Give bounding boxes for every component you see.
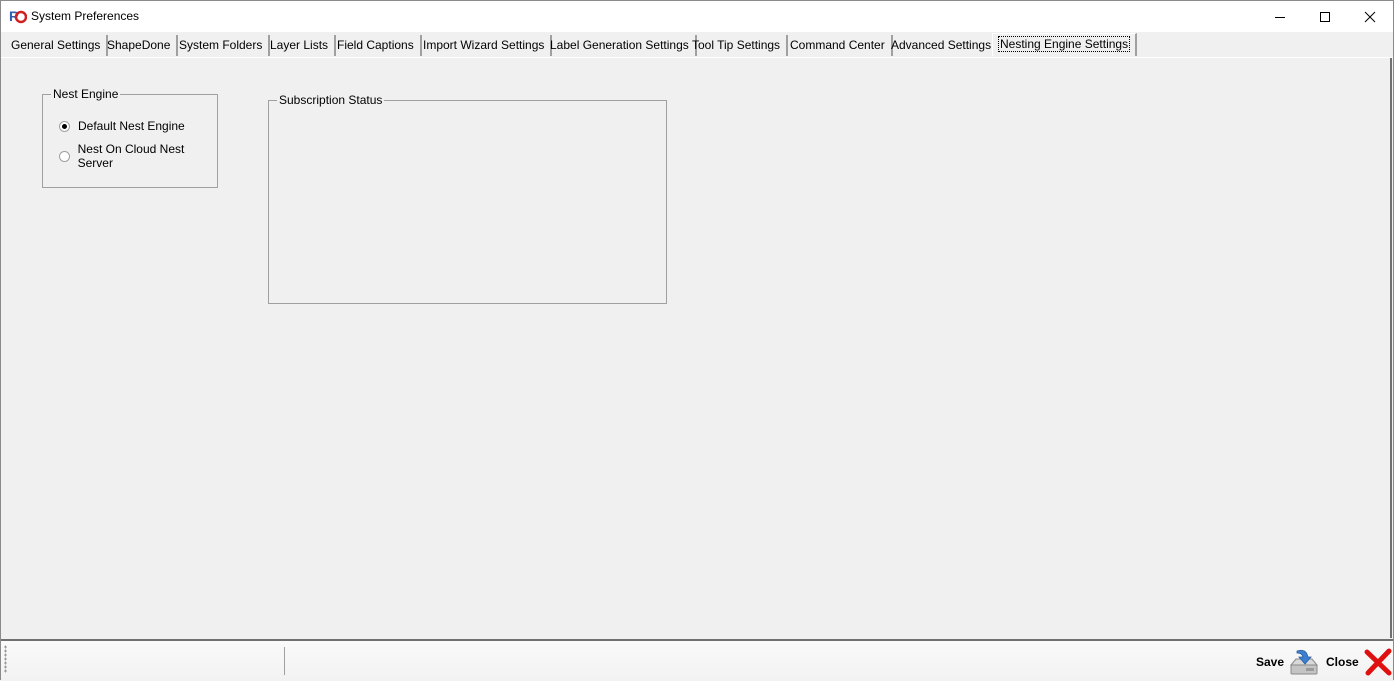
- tab-field-captions[interactable]: Field Captions: [331, 35, 422, 56]
- subscription-status-group: Subscription Status: [268, 94, 667, 304]
- grip-handle-icon: [4, 645, 7, 673]
- tab-tool-tip-settings[interactable]: Tool Tip Settings: [686, 35, 789, 56]
- title-bar: R System Preferences: [1, 1, 1393, 32]
- close-button[interactable]: Close: [1326, 647, 1393, 677]
- status-separator: [284, 647, 285, 675]
- save-drive-icon: [1289, 649, 1319, 675]
- tab-label: Command Center: [790, 38, 885, 52]
- maximize-icon: [1320, 11, 1330, 22]
- maximize-button[interactable]: [1302, 1, 1348, 32]
- tab-label: Label Generation Settings: [550, 38, 689, 52]
- tab-label: Tool Tip Settings: [692, 38, 781, 52]
- radio-label: Nest On Cloud Nest Server: [77, 142, 185, 170]
- tab-shapedone[interactable]: ShapeDone: [101, 35, 179, 56]
- tab-advanced-settings[interactable]: Advanced Settings: [885, 35, 1000, 56]
- radio-checked-icon: [59, 120, 70, 132]
- tab-label: Import Wizard Settings: [423, 38, 545, 52]
- tab-label: Layer Lists: [270, 38, 329, 52]
- tab-label: ShapeDone: [107, 38, 171, 52]
- close-icon: [1364, 11, 1376, 22]
- tab-command-center[interactable]: Command Center: [784, 35, 893, 56]
- app-logo-icon: R: [9, 8, 28, 24]
- minimize-icon: [1275, 16, 1285, 18]
- red-x-icon: [1364, 648, 1392, 676]
- window-title: System Preferences: [31, 9, 140, 23]
- nest-on-cloud-radio[interactable]: Nest On Cloud Nest Server: [59, 142, 217, 170]
- status-bar: Save Close: [1, 639, 1393, 681]
- close-window-button[interactable]: [1347, 1, 1393, 32]
- minimize-button[interactable]: [1257, 1, 1303, 32]
- tab-label: General Settings: [11, 38, 101, 52]
- nest-engine-legend: Nest Engine: [51, 87, 121, 101]
- default-nest-engine-radio[interactable]: Default Nest Engine: [59, 119, 185, 133]
- tab-layer-lists[interactable]: Layer Lists: [264, 35, 337, 56]
- tab-label-generation-settings[interactable]: Label Generation Settings: [544, 35, 697, 56]
- tab-nesting-engine-settings[interactable]: Nesting Engine Settings: [992, 33, 1138, 56]
- nesting-engine-settings-panel: Nest Engine Default Nest Engine Nest On …: [2, 58, 1392, 638]
- tab-label: System Folders: [179, 38, 263, 52]
- radio-unchecked-icon: [59, 150, 70, 162]
- tab-import-wizard-settings[interactable]: Import Wizard Settings: [417, 35, 553, 56]
- close-label: Close: [1326, 655, 1359, 669]
- nest-engine-group: Nest Engine Default Nest Engine Nest On …: [42, 88, 218, 188]
- save-button[interactable]: Save: [1256, 647, 1320, 677]
- tab-label: Field Captions: [337, 38, 414, 52]
- tab-strip: General Settings ShapeDone System Folder…: [1, 32, 1393, 58]
- tab-label: Advanced Settings: [891, 38, 992, 52]
- tab-system-folders[interactable]: System Folders: [173, 35, 271, 56]
- system-preferences-window: R System Preferences General Settings Sh…: [0, 0, 1394, 681]
- radio-label: Default Nest Engine: [78, 119, 185, 133]
- subscription-status-legend: Subscription Status: [277, 93, 385, 107]
- tab-general-settings[interactable]: General Settings: [5, 35, 109, 56]
- tab-label: Nesting Engine Settings: [997, 36, 1131, 52]
- save-label: Save: [1256, 655, 1285, 669]
